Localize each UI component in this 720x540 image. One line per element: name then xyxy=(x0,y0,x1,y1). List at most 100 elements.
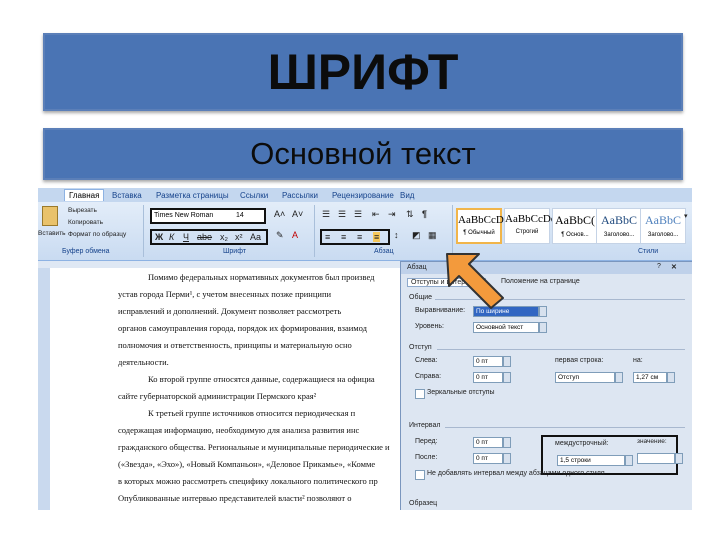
document-line: органов самоуправления города, порядок и… xyxy=(118,323,367,333)
spacing-before-input[interactable]: 0 пт xyxy=(473,437,503,448)
stepper-icon[interactable] xyxy=(503,437,511,448)
tab-references[interactable]: Ссылки xyxy=(240,191,268,200)
cut-button[interactable]: Вырезать xyxy=(68,207,97,214)
shrink-font-icon[interactable]: A˅ xyxy=(292,209,303,219)
borders-icon[interactable]: ▦ xyxy=(428,230,437,241)
shading-icon[interactable]: ◩ xyxy=(412,230,421,241)
style-heading-2[interactable]: AaBbC Заголово... xyxy=(640,208,686,244)
font-size-select[interactable]: 14 xyxy=(236,212,244,219)
chevron-down-icon[interactable] xyxy=(539,306,547,317)
bold-icon[interactable]: Ж xyxy=(155,232,163,242)
help-icon[interactable]: ? xyxy=(657,263,661,270)
left-indent-label: Слева: xyxy=(415,357,438,364)
show-marks-icon[interactable]: ¶ xyxy=(422,209,427,219)
italic-icon[interactable]: К xyxy=(169,232,174,242)
strikethrough-icon[interactable]: abe xyxy=(197,232,212,242)
line-value-label: значение: xyxy=(637,438,667,445)
copy-button[interactable]: Копировать xyxy=(68,219,103,226)
style-sample: AaBbCcDd xyxy=(505,213,557,225)
sort-icon[interactable]: ⇅ xyxy=(406,209,414,220)
style-sample: AaBbC xyxy=(645,213,681,227)
right-indent-input[interactable]: 0 пт xyxy=(473,372,503,383)
divider xyxy=(437,349,685,350)
after-label: После: xyxy=(415,454,438,461)
spacing-after-input[interactable]: 0 пт xyxy=(473,453,503,464)
style-strict[interactable]: AaBbCcDd Строгий xyxy=(504,208,557,244)
decrease-indent-icon[interactable]: ⇤ xyxy=(372,209,380,220)
multilevel-list-icon[interactable]: ☰ xyxy=(354,209,362,220)
slide-subtitle: Основной текст xyxy=(43,128,683,180)
bullets-icon[interactable]: ☰ xyxy=(322,209,330,220)
font-group-label: Шрифт xyxy=(223,248,247,255)
document-line: Помимо федеральных нормативных документо… xyxy=(148,272,375,282)
line-spacing-select[interactable]: 1,5 строки xyxy=(557,455,625,466)
document-page: Помимо федеральных нормативных документо… xyxy=(50,268,402,510)
underline-icon[interactable]: Ч xyxy=(183,232,189,242)
mirror-indents-checkbox[interactable] xyxy=(415,389,425,399)
paste-button[interactable]: Вставить xyxy=(38,230,66,237)
ribbon-tab-bar: Главная Вставка Разметка страницы Ссылки… xyxy=(38,188,692,202)
line-spacing-icon[interactable]: ↕ xyxy=(394,230,399,240)
increase-indent-icon[interactable]: ⇥ xyxy=(388,209,396,220)
chevron-down-icon[interactable] xyxy=(615,372,623,383)
style-sample: AaBbCcDd xyxy=(458,214,510,226)
chevron-down-icon[interactable] xyxy=(625,455,633,466)
document-line: полномочия и ответственность, принципы и… xyxy=(118,340,352,350)
left-indent-input[interactable]: 0 пт xyxy=(473,356,503,367)
stepper-icon[interactable] xyxy=(667,372,675,383)
format-painter-button[interactable]: Формат по образцу xyxy=(68,231,126,238)
line-value-input[interactable] xyxy=(637,453,675,464)
tab-page-layout[interactable]: Разметка страницы xyxy=(156,191,229,200)
align-justify-icon[interactable]: ≡ xyxy=(373,232,381,242)
style-name: Заголово... xyxy=(603,232,635,238)
paste-icon[interactable] xyxy=(42,206,58,226)
first-line-label: первая строка: xyxy=(555,357,604,364)
level-select[interactable]: Основной текст xyxy=(473,322,539,333)
close-icon[interactable]: ✕ xyxy=(671,263,677,271)
group-divider xyxy=(143,205,144,257)
document-line: устав города Перми¹, с учетом внесенных … xyxy=(118,289,332,299)
superscript-icon[interactable]: x² xyxy=(235,232,243,242)
style-heading-1[interactable]: AaBbC Заголово... xyxy=(596,208,642,244)
highlight-color-icon[interactable]: ✎ xyxy=(276,230,284,241)
styles-more-icon[interactable]: ▾ xyxy=(684,212,688,220)
document-line: Ко второй группе относятся данные, содер… xyxy=(148,374,375,384)
subscript-icon[interactable]: x₂ xyxy=(220,232,228,242)
tab-mailings[interactable]: Рассылки xyxy=(282,191,318,200)
font-color-icon[interactable]: A xyxy=(292,230,298,240)
no-space-label: Не добавлять интервал между абзацами одн… xyxy=(427,470,605,477)
word-screenshot: Главная Вставка Разметка страницы Ссылки… xyxy=(38,188,692,510)
grow-font-icon[interactable]: A˄ xyxy=(274,209,285,219)
align-center-icon[interactable]: ≡ xyxy=(341,232,346,242)
align-right-icon[interactable]: ≡ xyxy=(357,232,362,242)
stepper-icon[interactable] xyxy=(503,356,511,367)
document-line: К третьей группе источников относится пе… xyxy=(148,408,356,418)
style-sample: AaBbC xyxy=(601,213,637,227)
document-line: исправлений и дополнений. Документ позво… xyxy=(118,306,342,316)
change-case-icon[interactable]: Aa xyxy=(250,232,261,242)
stepper-icon[interactable] xyxy=(503,372,511,383)
stepper-icon[interactable] xyxy=(675,453,683,464)
general-section-label: Общие xyxy=(409,294,433,301)
right-indent-label: Справа: xyxy=(415,373,442,380)
indent-section-label: Отступ xyxy=(409,344,432,351)
tab-view[interactable]: Вид xyxy=(400,191,414,200)
tab-insert[interactable]: Вставка xyxy=(112,191,142,200)
preview-section-label: Образец xyxy=(409,500,438,507)
indent-by-input[interactable]: 1,27 см xyxy=(633,372,667,383)
stepper-icon[interactable] xyxy=(503,453,511,464)
tab-home[interactable]: Главная xyxy=(64,189,105,201)
first-line-select[interactable]: Отступ xyxy=(555,372,615,383)
tab-line-page-breaks[interactable]: Положение на странице xyxy=(501,278,580,285)
tab-review[interactable]: Рецензирование xyxy=(332,191,394,200)
font-name-select[interactable]: Times New Roman xyxy=(154,212,213,219)
style-body-text[interactable]: AaBbC( ¶ Основ... xyxy=(552,208,598,244)
chevron-down-icon[interactable] xyxy=(539,322,547,333)
align-left-icon[interactable]: ≡ xyxy=(325,232,330,242)
level-label: Уровень: xyxy=(415,323,444,330)
style-normal[interactable]: AaBbCcDd ¶ Обычный xyxy=(456,208,510,244)
format-buttons-highlight: Ж К Ч abe x₂ x² Aa xyxy=(150,229,268,245)
numbering-icon[interactable]: ☰ xyxy=(338,209,346,220)
before-label: Перед: xyxy=(415,438,438,445)
no-space-checkbox[interactable] xyxy=(415,470,425,480)
